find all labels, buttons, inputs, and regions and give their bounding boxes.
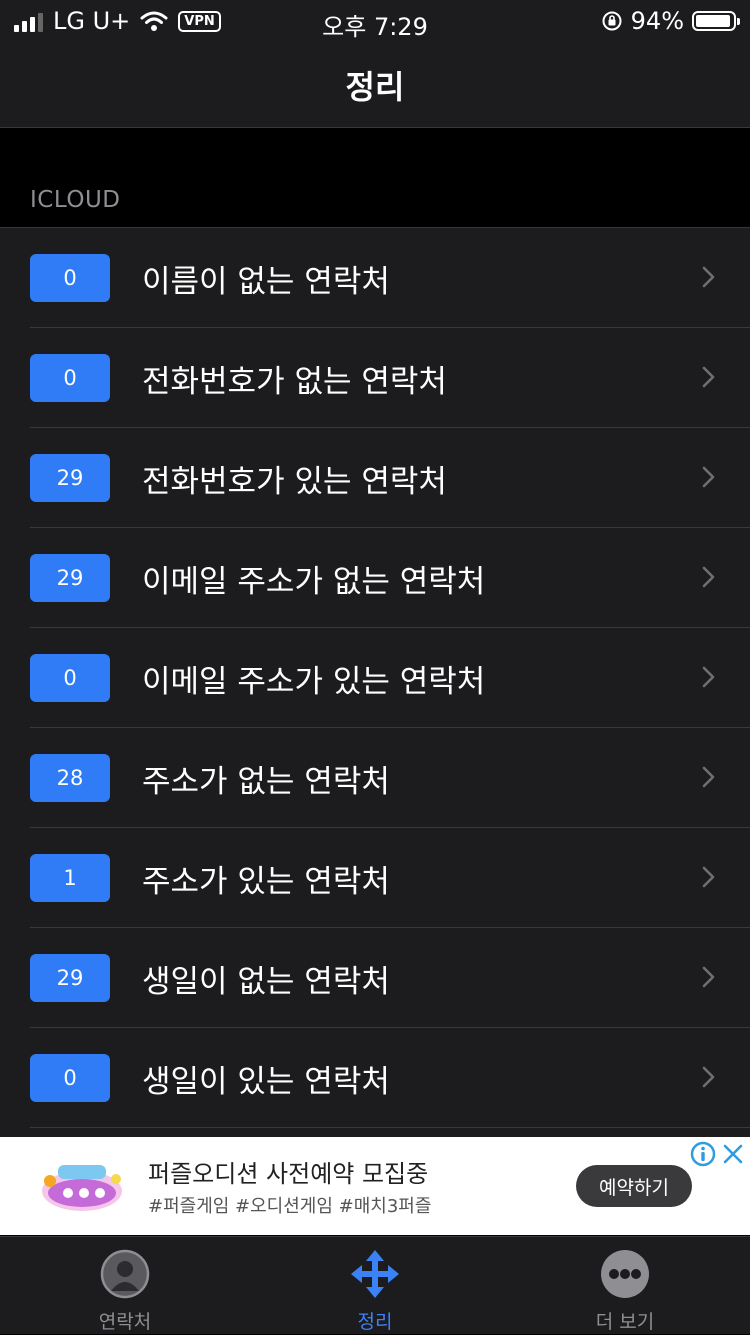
contacts-icon bbox=[100, 1249, 150, 1299]
list-item[interactable]: 0 이메일 주소가 있는 연락처 bbox=[0, 628, 750, 728]
section-header: ICLOUD bbox=[30, 187, 121, 213]
list-item[interactable]: 29 이메일 주소가 없는 연락처 bbox=[0, 528, 750, 628]
cleanup-list: 0 이름이 없는 연락처 0 전화번호가 없는 연락처 29 전화번호가 있는 연락처 29… bbox=[0, 227, 750, 1138]
chevron-right-icon bbox=[702, 366, 715, 388]
chevron-right-icon bbox=[702, 566, 715, 588]
row-label: 이름이 없는 연락처 bbox=[142, 264, 390, 300]
ad-tags: #퍼즐게임 #오디션게임 #매치3퍼즐 bbox=[148, 1196, 432, 1217]
ad-logo-icon bbox=[42, 1165, 122, 1211]
list-item[interactable]: 0 전화번호가 없는 연락처 bbox=[0, 328, 750, 428]
count-badge: 0 bbox=[30, 654, 110, 702]
list-item[interactable]: 29 전화번호가 있는 연락처 bbox=[0, 428, 750, 528]
count-badge: 0 bbox=[30, 254, 110, 302]
count-badge: 0 bbox=[30, 354, 110, 402]
count-badge: 1 bbox=[30, 854, 110, 902]
tab-label: 정리 bbox=[357, 1311, 393, 1333]
chevron-right-icon bbox=[702, 266, 715, 288]
info-icon[interactable] bbox=[690, 1141, 716, 1167]
tab-bar: 연락처 정리 더 보기 bbox=[0, 1236, 750, 1334]
row-label: 전화번호가 없는 연락처 bbox=[142, 364, 447, 400]
count-badge: 29 bbox=[30, 454, 110, 502]
tab-cleanup[interactable]: 정리 bbox=[250, 1237, 500, 1335]
battery-percent: 94% bbox=[630, 7, 684, 35]
move-arrows-icon bbox=[351, 1250, 399, 1298]
tab-more[interactable]: 더 보기 bbox=[500, 1237, 750, 1335]
tab-label: 연락처 bbox=[98, 1311, 152, 1333]
ad-banner[interactable]: 퍼즐오디션 사전예약 모집중 #퍼즐게임 #오디션게임 #매치3퍼즐 예약하기 bbox=[0, 1137, 750, 1235]
row-label: 생일이 없는 연락처 bbox=[142, 964, 390, 1000]
chevron-right-icon bbox=[702, 766, 715, 788]
ad-title: 퍼즐오디션 사전예약 모집중 bbox=[148, 1160, 429, 1188]
list-item[interactable]: 0 이름이 없는 연락처 bbox=[0, 228, 750, 328]
close-icon[interactable] bbox=[722, 1143, 744, 1165]
battery-fill bbox=[696, 15, 730, 27]
count-badge: 29 bbox=[30, 554, 110, 602]
status-bar: LG U+ VPN 오후 7:29 94% bbox=[0, 0, 750, 42]
row-label: 생일이 있는 연락처 bbox=[142, 1064, 390, 1100]
chevron-right-icon bbox=[702, 666, 715, 688]
count-badge: 29 bbox=[30, 954, 110, 1002]
list-item[interactable]: 29 생일이 없는 연락처 bbox=[0, 928, 750, 1028]
list-item[interactable]: 1 주소가 있는 연락처 bbox=[0, 828, 750, 928]
orientation-lock-icon bbox=[602, 11, 622, 31]
page-title: 정리 bbox=[345, 68, 405, 106]
row-label: 이메일 주소가 있는 연락처 bbox=[142, 664, 486, 700]
more-icon bbox=[601, 1250, 649, 1298]
list-item[interactable]: 28 주소가 없는 연락처 bbox=[0, 728, 750, 828]
count-badge: 28 bbox=[30, 754, 110, 802]
tab-contacts[interactable]: 연락처 bbox=[0, 1237, 250, 1335]
count-badge: 0 bbox=[30, 1054, 110, 1102]
chevron-right-icon bbox=[702, 866, 715, 888]
row-label: 주소가 없는 연락처 bbox=[142, 764, 390, 800]
chevron-right-icon bbox=[702, 1066, 715, 1088]
nav-bar: 정리 bbox=[0, 42, 750, 128]
tab-label: 더 보기 bbox=[595, 1311, 655, 1333]
row-label: 전화번호가 있는 연락처 bbox=[142, 464, 447, 500]
chevron-right-icon bbox=[702, 466, 715, 488]
row-label: 이메일 주소가 없는 연락처 bbox=[142, 564, 486, 600]
battery-icon bbox=[692, 11, 740, 31]
chevron-right-icon bbox=[702, 966, 715, 988]
list-item[interactable]: 0 생일이 있는 연락처 bbox=[0, 1028, 750, 1128]
status-right: 94% bbox=[601, 7, 740, 35]
row-label: 주소가 있는 연락처 bbox=[142, 864, 390, 900]
reserve-button[interactable]: 예약하기 bbox=[576, 1165, 692, 1207]
